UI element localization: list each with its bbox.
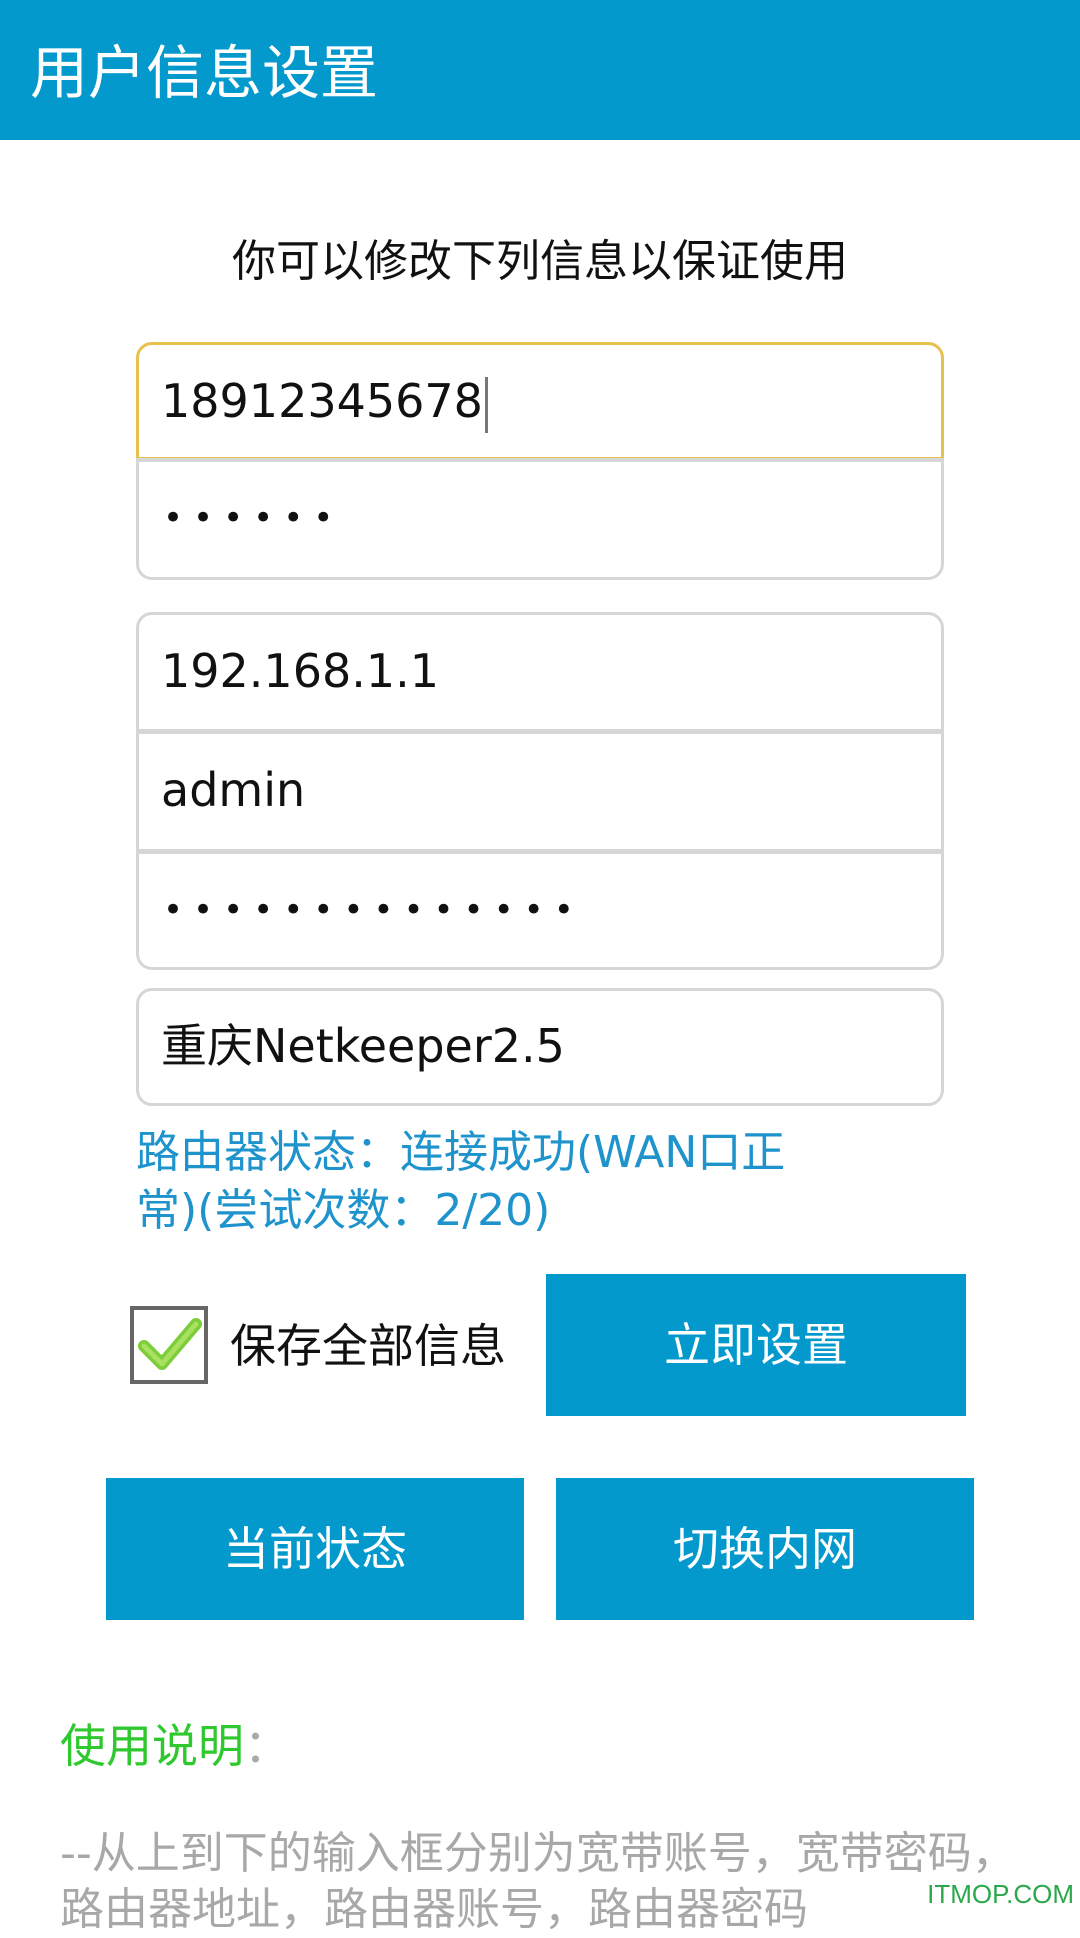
instruction-text: 你可以修改下列信息以保证使用 <box>232 236 848 287</box>
text-cursor <box>484 376 488 433</box>
help-heading-text: 使用说明 <box>60 1719 244 1773</box>
dial-mode-select[interactable]: 重庆Netkeeper2.5 <box>136 988 944 1106</box>
title-bar: 用户信息设置 <box>0 0 1080 140</box>
switch-intranet-button[interactable]: 切换内网 <box>556 1478 974 1620</box>
broadband-account-value: 18912345678 <box>161 374 483 428</box>
help-description: --从上到下的输入框分别为宽带账号，宽带密码，路由器地址，路由器账号，路由器密码 <box>60 1828 1016 1935</box>
router-status-line-1: 路由器状态：连接成功(WAN口正 <box>136 1127 786 1178</box>
router-account-input[interactable]: admin <box>136 730 944 852</box>
help-heading: 使用说明： <box>60 1716 290 1776</box>
router-password-value: •••••••••••••• <box>163 890 584 930</box>
broadband-password-value: •••••• <box>163 498 344 538</box>
save-all-checkbox[interactable] <box>130 1306 208 1384</box>
broadband-password-input[interactable]: •••••• <box>136 458 944 580</box>
current-status-button[interactable]: 当前状态 <box>106 1478 524 1620</box>
apply-now-button[interactable]: 立即设置 <box>546 1274 966 1416</box>
page-title: 用户信息设置 <box>30 39 379 107</box>
router-password-input[interactable]: •••••••••••••• <box>136 850 944 970</box>
dial-mode-value: 重庆Netkeeper2.5 <box>161 1019 565 1073</box>
router-address-value: 192.168.1.1 <box>161 644 439 698</box>
checkmark-icon <box>138 1318 202 1370</box>
router-account-value: admin <box>161 763 306 817</box>
watermark: ITMOP.COM <box>927 1879 1074 1909</box>
router-status-text: 路由器状态：连接成功(WAN口正 常)(尝试次数：2/20) <box>136 1124 876 1240</box>
save-all-label[interactable]: 保存全部信息 <box>230 1316 506 1376</box>
help-heading-colon: ： <box>244 1719 290 1773</box>
router-status-line-2: 常)(尝试次数：2/20) <box>136 1185 551 1236</box>
router-address-input[interactable]: 192.168.1.1 <box>136 612 944 732</box>
broadband-account-input[interactable]: 18912345678 <box>136 342 944 460</box>
